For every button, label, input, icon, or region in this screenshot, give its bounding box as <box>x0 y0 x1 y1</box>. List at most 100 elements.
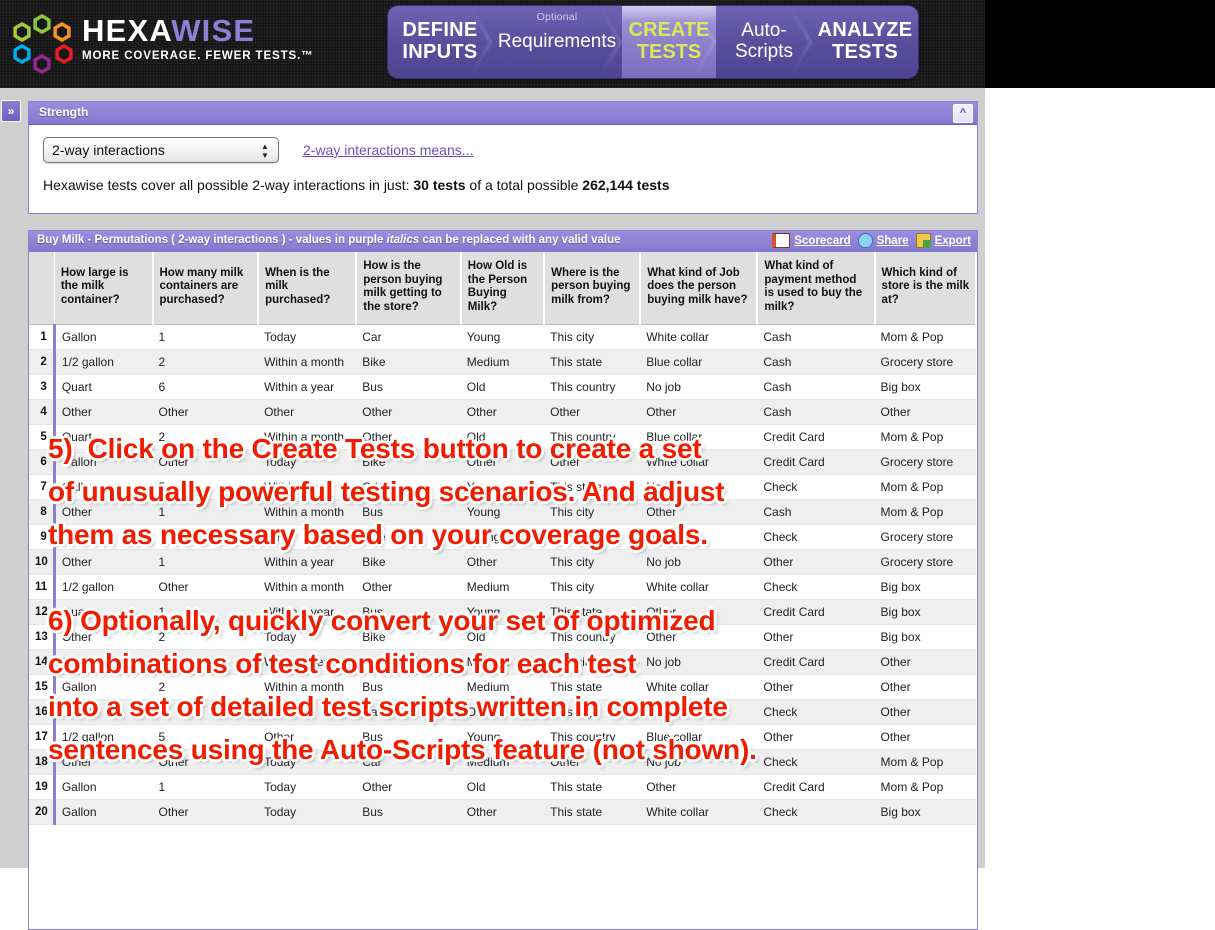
table-cell[interactable]: 2 <box>152 349 259 375</box>
table-row[interactable]: 10 Other 1 Within a year Bike Other This city N… <box>29 549 976 575</box>
table-cell[interactable]: Mom & Pop <box>874 774 976 800</box>
table-cell[interactable]: Within a month <box>258 574 357 600</box>
table-cell[interactable]: Today <box>258 449 357 475</box>
table-cell[interactable]: Bike <box>356 549 461 575</box>
table-cell[interactable]: Other <box>640 499 758 525</box>
table-cell[interactable]: Other <box>152 574 259 600</box>
table-cell[interactable]: Other <box>874 649 976 675</box>
table-row[interactable]: 14 1/2 gallon 6 Within a year Car Medium This … <box>29 649 976 675</box>
table-cell[interactable]: Cash <box>757 349 875 375</box>
table-cell[interactable]: 2 <box>152 424 259 450</box>
table-cell[interactable]: Check <box>757 574 875 600</box>
table-cell[interactable]: 1 <box>152 599 259 625</box>
table-cell[interactable]: Other <box>152 399 259 425</box>
table-row[interactable]: 8 Other 1 Within a month Bus Young This city Ot… <box>29 499 976 525</box>
table-cell[interactable]: This state <box>544 599 641 625</box>
table-row[interactable]: 12 Quart 1 Within a year Bus Young This state O… <box>29 599 976 625</box>
table-cell[interactable]: This state <box>544 774 641 800</box>
table-cell[interactable]: This city <box>544 549 641 575</box>
table-cell[interactable]: 1/2 gallon <box>54 649 153 675</box>
table-row[interactable]: 19 Gallon 1 Today Other Old This state Other Cre… <box>29 774 976 800</box>
table-cell[interactable]: Big box <box>874 574 976 600</box>
column-header[interactable]: When is the milk purchased? <box>258 252 358 325</box>
table-cell[interactable]: Bus <box>356 674 461 700</box>
table-cell[interactable]: Today <box>258 624 357 650</box>
table-cell[interactable]: Check <box>757 799 875 825</box>
table-cell[interactable]: This state <box>544 674 641 700</box>
table-cell[interactable]: Grocery store <box>874 349 976 375</box>
table-cell[interactable]: Credit Card <box>757 449 875 475</box>
table-row[interactable]: 6 Gallon Other Today Bike Other Other White col… <box>29 449 976 475</box>
table-cell[interactable]: Within a year <box>258 599 357 625</box>
table-cell[interactable]: Other <box>54 624 153 650</box>
table-cell[interactable]: Other <box>356 474 461 500</box>
table-cell[interactable]: Cash <box>757 499 875 525</box>
table-cell[interactable]: Other <box>874 674 976 700</box>
table-row[interactable]: 17 1/2 gallon 5 Other Bus Young This country Bl… <box>29 724 976 750</box>
table-row[interactable]: 4 Other Other Other Other Other Other Other Cash… <box>29 399 976 425</box>
table-cell[interactable]: 1/2 gallon <box>54 574 153 600</box>
table-cell[interactable]: Check <box>757 699 875 725</box>
table-cell[interactable]: Other <box>874 724 976 750</box>
collapse-panel-icon[interactable]: ^ <box>953 104 973 123</box>
table-cell[interactable]: This city <box>544 324 641 350</box>
table-cell[interactable]: White collar <box>640 324 758 350</box>
column-header[interactable]: How large is the milk container? <box>54 252 154 325</box>
table-cell[interactable]: Gallon <box>54 674 153 700</box>
table-cell[interactable]: Today <box>258 699 357 725</box>
table-row[interactable]: 2 1/2 gallon 2 Within a month Bike Medium This… <box>29 349 976 375</box>
table-cell[interactable]: Bike <box>356 449 461 475</box>
table-cell[interactable]: Old <box>460 374 545 400</box>
table-cell[interactable]: 1 <box>152 774 259 800</box>
table-cell[interactable]: Young <box>460 524 545 550</box>
table-cell[interactable]: Today <box>258 774 357 800</box>
table-cell[interactable]: Other <box>640 599 758 625</box>
table-cell[interactable]: Young <box>460 474 545 500</box>
table-cell[interactable]: 1 <box>152 324 259 350</box>
table-cell[interactable]: This city <box>544 649 641 675</box>
table-cell[interactable]: Other <box>152 449 259 475</box>
table-cell[interactable]: Check <box>757 474 875 500</box>
table-cell[interactable]: 2 <box>152 674 259 700</box>
table-cell[interactable]: Big box <box>874 374 976 400</box>
table-cell[interactable]: Blue collar <box>640 349 758 375</box>
table-cell[interactable]: Bike <box>356 524 461 550</box>
table-cell[interactable]: Other <box>54 549 153 575</box>
column-header[interactable]: Where is the person buying milk from? <box>544 252 642 325</box>
table-cell[interactable]: Old <box>460 774 545 800</box>
table-cell[interactable]: 5 <box>152 474 259 500</box>
table-cell[interactable]: Other <box>460 399 545 425</box>
table-cell[interactable]: Other <box>54 499 153 525</box>
table-cell[interactable]: 1/2 gallon <box>54 349 153 375</box>
table-cell[interactable]: Old <box>460 424 545 450</box>
table-cell[interactable]: Young <box>460 499 545 525</box>
table-cell[interactable]: Blue collar <box>640 424 758 450</box>
table-cell[interactable]: Other <box>544 399 641 425</box>
table-cell[interactable]: Cash <box>757 399 875 425</box>
table-cell[interactable]: Medium <box>460 674 545 700</box>
table-cell[interactable]: Young <box>460 724 545 750</box>
table-cell[interactable]: Within a month <box>258 674 357 700</box>
table-cell[interactable]: Grocery store <box>874 524 976 550</box>
table-cell[interactable]: Other <box>460 549 545 575</box>
table-cell[interactable]: This city <box>544 499 641 525</box>
table-cell[interactable]: Credit Card <box>757 774 875 800</box>
table-cell[interactable]: Grocery store <box>874 449 976 475</box>
table-cell[interactable]: Old <box>460 699 545 725</box>
table-cell[interactable]: Other <box>152 799 259 825</box>
table-cell[interactable]: Mom & Pop <box>874 424 976 450</box>
table-cell[interactable]: Gallon <box>54 774 153 800</box>
table-row[interactable]: 5 Quart 2 Within a month Other Old This countr… <box>29 424 976 450</box>
table-cell[interactable]: Medium <box>460 649 545 675</box>
table-cell[interactable]: Other <box>356 574 461 600</box>
table-cell[interactable]: Other <box>757 549 875 575</box>
table-cell[interactable]: Mom & Pop <box>874 324 976 350</box>
table-cell[interactable]: 1 <box>152 699 259 725</box>
table-cell[interactable]: Cash <box>757 324 875 350</box>
table-cell[interactable]: Gallon <box>54 324 153 350</box>
table-row[interactable]: 16 Quart 1 Today Car Old This city Blue collar C… <box>29 699 976 725</box>
table-cell[interactable]: Bike <box>356 624 461 650</box>
table-row[interactable]: 18 Other Other Today Car Medium Other No job Che… <box>29 749 976 775</box>
table-cell[interactable]: Gallon <box>54 449 153 475</box>
table-cell[interactable]: Other <box>258 524 357 550</box>
